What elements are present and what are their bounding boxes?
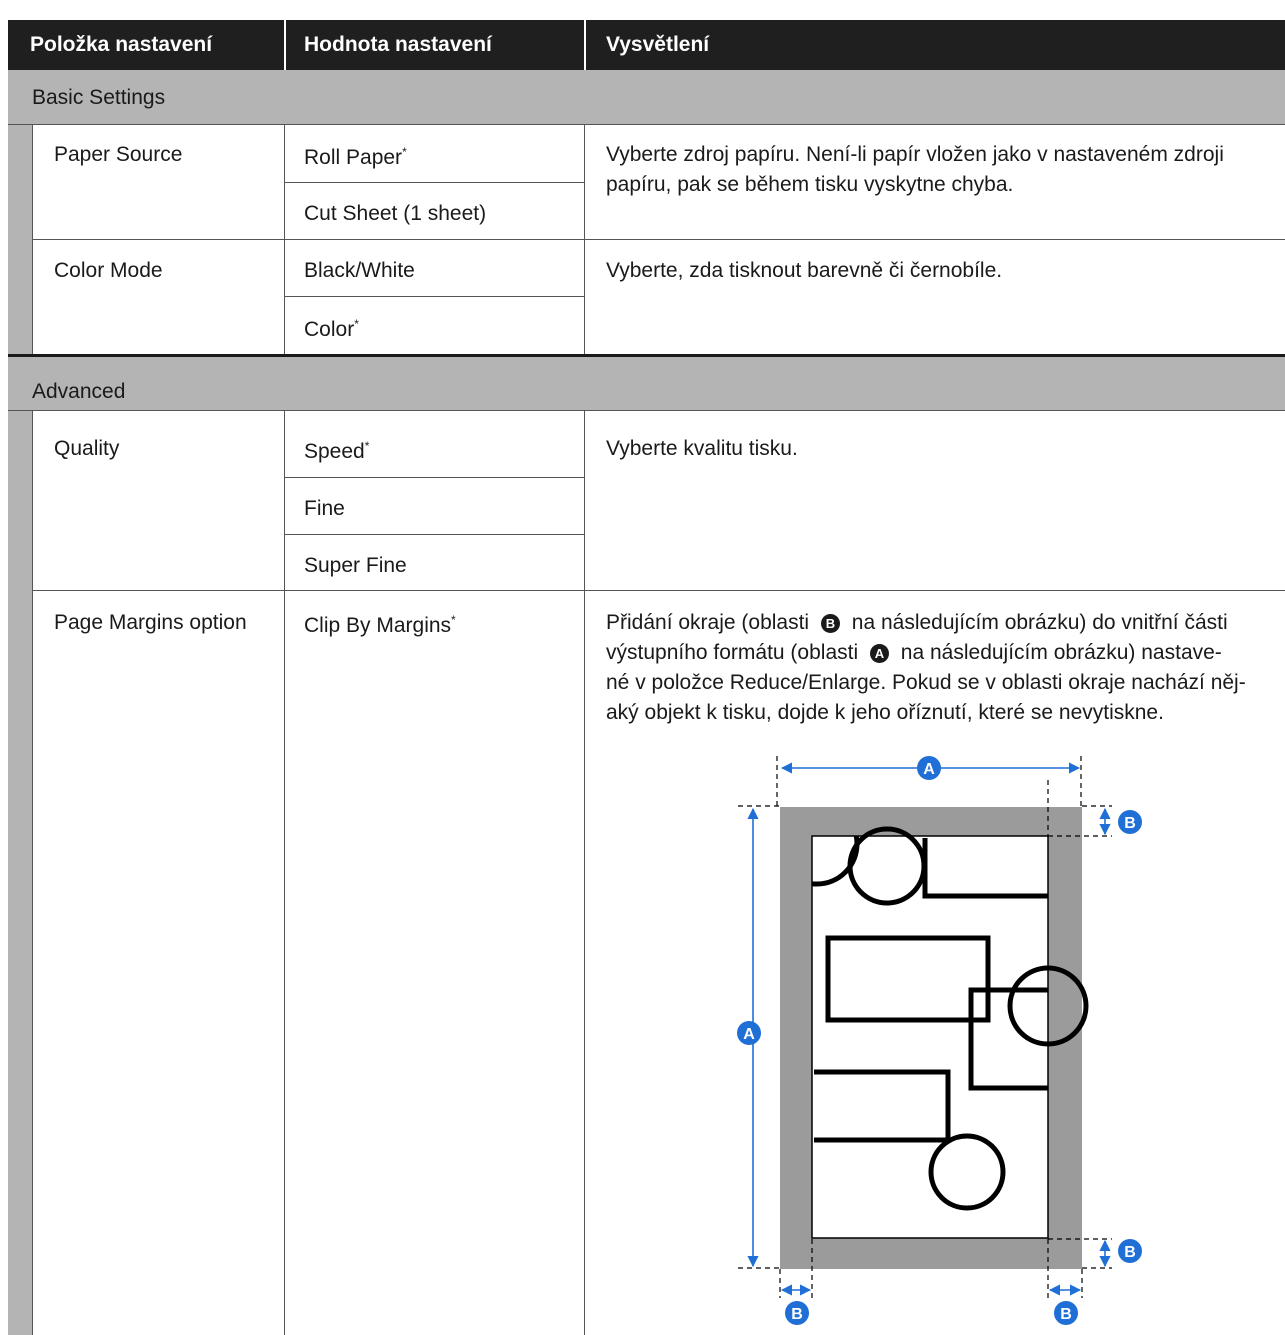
- setting-description: Vyberte, zda tisknout barevně či černobí…: [606, 259, 1003, 282]
- column-divider: [284, 411, 285, 1335]
- column-divider: [284, 125, 285, 355]
- row-divider: [285, 296, 585, 297]
- row-divider: [33, 590, 1285, 591]
- description-line: výstupního formátu (oblasti A na následu…: [606, 641, 1222, 664]
- value-label: Roll Paper: [304, 146, 403, 169]
- label-b: B: [1124, 815, 1136, 832]
- label-b: B: [791, 1306, 803, 1323]
- section-row-advanced: [8, 357, 1285, 411]
- header-divider: [284, 20, 286, 70]
- badge-a-icon: A: [869, 644, 889, 663]
- description-line: né v položce Reduce/Enlarge. Pokud se v …: [606, 671, 1246, 694]
- default-marker: *: [364, 439, 370, 453]
- section-indent-bar: [8, 411, 33, 1335]
- setting-value-clip-by-margins: Clip By Margins*: [304, 611, 456, 641]
- setting-value-fine: Fine: [304, 497, 345, 520]
- label-a: A: [743, 1026, 755, 1043]
- setting-item-color-mode: Color Mode: [54, 259, 163, 282]
- value-label: Clip By Margins: [304, 614, 452, 637]
- label-b: B: [1060, 1306, 1072, 1323]
- row-divider: [285, 182, 585, 183]
- setting-value-black-white: Black/White: [304, 259, 415, 282]
- label-a: A: [923, 761, 935, 778]
- row-divider: [33, 239, 1285, 240]
- section-title: Advanced: [32, 380, 126, 403]
- badge-b-icon: B: [820, 614, 840, 633]
- description-line: Přidání okraje (oblasti B na následující…: [606, 611, 1228, 634]
- setting-item-quality: Quality: [54, 437, 120, 460]
- setting-item-page-margins: Page Margins option: [54, 611, 247, 634]
- column-divider: [584, 411, 585, 1335]
- label-b: B: [1124, 1244, 1136, 1261]
- header-value-column: Hodnota nastavení: [304, 33, 492, 56]
- default-marker: *: [354, 317, 359, 331]
- section-row-basic-settings: [8, 70, 1285, 125]
- header-divider: [584, 20, 586, 70]
- setting-value-roll-paper: Roll Paper*: [304, 143, 407, 173]
- header-description-column: Vysvětlení: [606, 33, 710, 56]
- setting-value-cut-sheet: Cut Sheet (1 sheet): [304, 202, 487, 225]
- row-divider: [285, 534, 585, 535]
- setting-value-color: Color*: [304, 315, 359, 345]
- default-marker: *: [451, 613, 456, 627]
- value-label: Speed: [304, 440, 365, 463]
- setting-description: Vyberte zdroj papíru. Není-li papír vlož…: [606, 143, 1224, 196]
- setting-item-paper-source: Paper Source: [54, 143, 183, 166]
- header-item-column: Položka nastavení: [30, 33, 213, 56]
- default-marker: *: [402, 145, 407, 159]
- description-line: aký objekt k tisku, dojde k jeho oříznut…: [606, 701, 1164, 724]
- value-label: Color: [304, 318, 355, 341]
- column-divider: [584, 125, 585, 355]
- row-divider: [285, 477, 585, 478]
- section-indent-bar: [8, 125, 33, 355]
- setting-value-super-fine: Super Fine: [304, 554, 407, 577]
- setting-description: Vyberte kvalitu tisku.: [606, 437, 798, 460]
- setting-description: Přidání okraje (oblasti B na následující…: [606, 608, 1281, 728]
- page-margins-diagram: A A B B B B: [737, 756, 1142, 1325]
- section-title: Basic Settings: [32, 86, 166, 109]
- setting-value-speed: Speed*: [304, 437, 369, 467]
